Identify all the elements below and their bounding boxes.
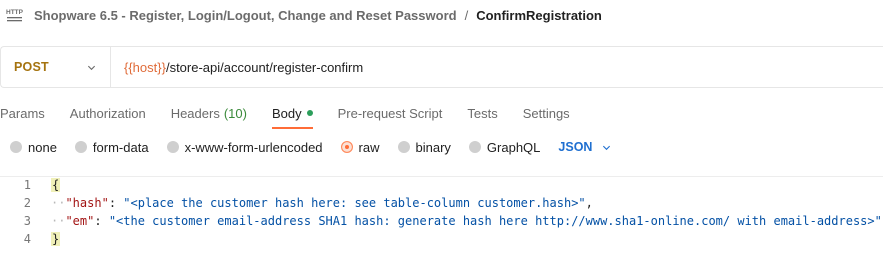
json-colon: : [94, 214, 109, 228]
radio-x-www-form-urlencoded[interactable]: x-www-form-urlencoded [166, 139, 323, 155]
line-number: 4 [23, 232, 31, 246]
tab-settings[interactable]: Settings [523, 96, 570, 130]
json-key: "em" [65, 214, 95, 228]
tab-headers[interactable]: Headers (10) [171, 96, 247, 130]
close-brace: } [51, 232, 61, 246]
url-path: /store-api/account/register-confirm [165, 59, 364, 75]
radio-label: binary [415, 139, 451, 155]
request-tabs: Params Authorization Headers (10) Body Pr… [0, 96, 595, 130]
request-name[interactable]: ConfirmRegistration [476, 8, 602, 23]
method-label: POST [14, 60, 49, 74]
radio-label: x-www-form-urlencoded [184, 139, 323, 155]
radio-button-selected[interactable] [340, 141, 353, 153]
chevron-down-icon [87, 65, 96, 70]
radio-button[interactable] [10, 141, 22, 153]
body-indicator-dot [306, 110, 313, 116]
body-type-selector: none form-data x-www-form-urlencoded raw… [0, 136, 611, 158]
url-input[interactable]: {{host}}/store-api/account/register-conf… [111, 60, 363, 75]
open-brace: { [51, 178, 61, 192]
tab-authorization[interactable]: Authorization [70, 96, 146, 130]
json-key: "hash" [65, 196, 109, 210]
code-editor[interactable]: 1 { 2 ··"hash": "<place the customer has… [0, 176, 883, 256]
tab-label: Tests [467, 105, 498, 121]
radio-form-data[interactable]: form-data [74, 139, 149, 155]
breadcrumb-separator: / [464, 7, 469, 23]
svg-text:HTTP: HTTP [6, 9, 23, 16]
line-number: 2 [23, 196, 31, 210]
collection-breadcrumb-link[interactable]: Shopware 6.5 - Register, Login/Logout, C… [34, 8, 457, 23]
line-number: 1 [23, 178, 31, 192]
tab-label: Headers [170, 105, 220, 121]
radio-label: none [28, 139, 57, 155]
http-icon: HTTP [6, 7, 23, 24]
tab-body[interactable]: Body [271, 96, 313, 130]
method-dropdown[interactable]: POST [1, 47, 111, 87]
radio-label: raw [358, 139, 380, 155]
radio-label: form-data [92, 139, 149, 155]
tab-label: Settings [522, 105, 570, 121]
format-dropdown[interactable]: JSON [558, 140, 611, 154]
radio-raw[interactable]: raw [340, 139, 380, 155]
radio-button[interactable] [468, 141, 481, 153]
editor-line: 2 ··"hash": "<place the customer hash he… [0, 194, 883, 212]
json-colon: : [108, 196, 124, 210]
tab-label: Body [271, 105, 302, 121]
url-host-variable: {{host}} [124, 59, 166, 75]
radio-binary[interactable]: binary [397, 139, 451, 155]
chevron-down-icon [603, 145, 611, 150]
json-value: "<place the customer hash here: see tabl… [123, 196, 586, 210]
headers-count-badge: (10) [223, 105, 247, 121]
tab-params[interactable]: Params [0, 96, 45, 130]
radio-graphql[interactable]: GraphQL [468, 139, 541, 155]
json-value: "<the customer email-address SHA1 hash: … [108, 214, 882, 228]
radio-button[interactable] [166, 141, 179, 153]
line-number: 3 [23, 214, 31, 228]
tab-label: Pre-request Script [337, 105, 443, 121]
tab-pre-request-script[interactable]: Pre-request Script [338, 96, 443, 130]
editor-line: 1 { [0, 176, 883, 194]
editor-line: 3 ··"em": "<the customer email-address S… [0, 212, 883, 230]
radio-button[interactable] [397, 141, 410, 153]
format-label: JSON [558, 140, 593, 154]
radio-none[interactable]: none [10, 140, 57, 155]
tab-label: Authorization [69, 105, 146, 121]
radio-label: GraphQL [486, 139, 541, 155]
radio-button[interactable] [74, 141, 87, 153]
editor-line: 4 } [0, 230, 883, 248]
tab-label: Params [0, 105, 45, 121]
breadcrumb: HTTP Shopware 6.5 - Register, Login/Logo… [6, 0, 602, 30]
json-comma: , [585, 196, 593, 210]
request-bar: POST {{host}}/store-api/account/register… [0, 46, 883, 88]
tab-tests[interactable]: Tests [467, 96, 497, 130]
